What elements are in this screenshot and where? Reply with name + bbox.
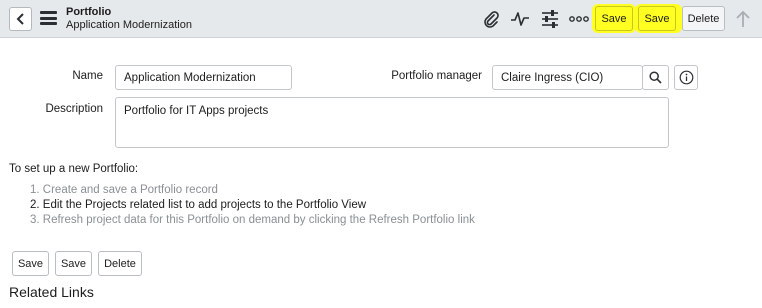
description-label: Description (45, 103, 103, 115)
footer-save-button-2[interactable]: Save (55, 251, 92, 276)
header-delete-button[interactable]: Delete (682, 6, 725, 31)
header-save-button-2[interactable]: Save (638, 6, 676, 31)
footer-delete-button[interactable]: Delete (98, 251, 142, 276)
related-links-heading: Related Links (9, 284, 94, 300)
personalize-form-button[interactable] (540, 9, 560, 29)
info-icon (679, 70, 693, 85)
step-item: 1. Create and save a Portfolio record (30, 184, 218, 196)
portfolio-manager-value: Claire Ingress (CIO) (501, 71, 604, 84)
attachment-button[interactable] (481, 9, 501, 29)
sliders-icon (542, 10, 558, 28)
paperclip-icon (484, 11, 499, 28)
header-title-block: Portfolio Application Modernization (66, 6, 192, 32)
instructions-intro: To set up a new Portfolio: (9, 163, 139, 175)
more-options-button[interactable] (569, 9, 589, 29)
step-item: 2. Edit the Projects related list to add… (30, 199, 367, 211)
more-icon (569, 16, 589, 22)
manager-info-button[interactable] (674, 65, 698, 90)
portfolio-manager-label: Portfolio manager (391, 70, 482, 82)
instructions-steps: 1. Create and save a Portfolio record 2.… (30, 183, 475, 228)
name-label: Name (72, 70, 103, 82)
activity-icon (511, 12, 529, 26)
back-icon (16, 13, 24, 25)
page-subtitle: Application Modernization (66, 19, 192, 31)
activity-stream-button[interactable] (510, 9, 530, 29)
portfolio-manager-field[interactable]: Claire Ingress (CIO) (492, 65, 643, 90)
name-value: Application Modernization (124, 71, 256, 84)
page-title: Portfolio (66, 6, 112, 18)
description-value: Portfolio for IT Apps projects (124, 105, 269, 117)
name-field[interactable]: Application Modernization (115, 65, 292, 90)
back-button[interactable] (9, 7, 32, 31)
step-item: 3. Refresh project data for this Portfol… (30, 214, 475, 226)
scroll-top-button[interactable] (733, 9, 753, 29)
footer-save-button-1[interactable]: Save (12, 251, 49, 276)
search-icon (649, 71, 662, 84)
description-field[interactable]: Portfolio for IT Apps projects (115, 97, 669, 148)
hamburger-icon[interactable] (40, 11, 57, 25)
manager-lookup-button[interactable] (642, 65, 669, 90)
header-save-button-1[interactable]: Save (595, 6, 633, 31)
form-header: Portfolio Application Modernization Save… (0, 0, 762, 38)
up-arrow-icon (736, 10, 750, 27)
